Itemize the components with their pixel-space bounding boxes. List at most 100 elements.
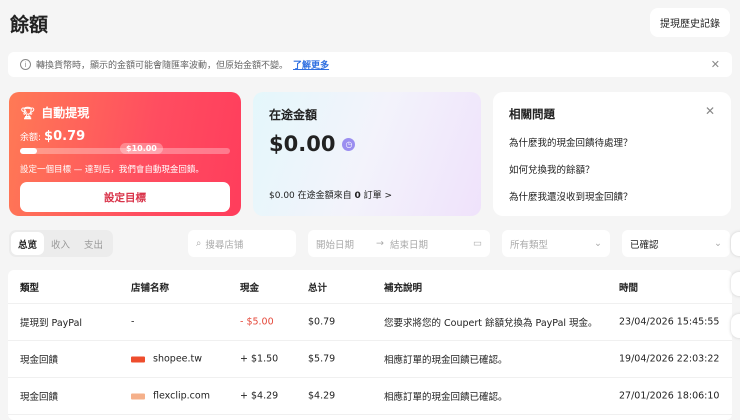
table-row: 現金回饋 flexclip.com + $4.29 $4.29 相應訂單的現金回饋已確認… <box>8 378 732 415</box>
cell-note: 您要求將您的 Coupert 餘額兌換為 PayPal 現金。 <box>384 315 598 329</box>
progress-fill <box>20 148 37 154</box>
table-header: 類型 店铺名称 現金 总计 補充說明 時間 <box>8 270 732 304</box>
support-icon[interactable] <box>731 272 740 296</box>
currency-notice: i 轉換貨幣時，顯示的金額可能會隨匯率波動，但原始金額不變。 了解更多 ✕ <box>8 52 732 77</box>
cell-store: - <box>131 317 134 328</box>
cell-total: $0.79 <box>308 317 335 328</box>
cell-text: shopee.tw <box>153 353 203 365</box>
tab-overview[interactable]: 总览 <box>11 232 45 255</box>
cell-cash: - $5.00 <box>240 317 274 328</box>
calendar-icon: ▭ <box>473 238 482 249</box>
cell-text: - <box>131 316 135 328</box>
cell-note: 相應訂單的現金回饋已確認。 <box>384 352 508 366</box>
filter-tabs: 总览 收入 支出 <box>9 230 113 257</box>
set-goal-button[interactable]: 設定目標 <box>20 182 230 212</box>
table-row: 現金回饋 shopee.tw + $1.50 $5.79 相應訂單的現金回饋已確認。 19… <box>8 341 732 378</box>
close-icon[interactable]: ✕ <box>711 58 720 71</box>
trophy-icon: 🏆︎ <box>20 105 36 120</box>
date-range-picker[interactable]: 開始日期 → 結束日期 ▭ <box>308 230 490 257</box>
column-header: 類型 <box>20 282 40 294</box>
balance-value: $0.79 <box>44 129 86 144</box>
arrow-icon: → <box>376 238 384 249</box>
search-icon: ⌕ <box>196 238 202 249</box>
cell-text: 您要求將您的 Coupert 餘額兌換為 PayPal 現金。 <box>384 318 598 329</box>
cell-total: $4.29 <box>308 391 335 402</box>
clock-icon: ◷ <box>342 137 356 151</box>
faq-question[interactable]: 為什麼我還沒收到現金回饋？ <box>509 189 715 203</box>
cell-text: flexclip.com <box>153 390 210 402</box>
cell-text: - $5.00 <box>240 316 274 328</box>
transactions-table: 類型 店铺名称 現金 总计 補充說明 時間 提現到 PayPal - - $5.00… <box>8 270 732 420</box>
cell-text: 現金回饋 <box>20 355 59 366</box>
column-header: 店铺名称 <box>131 282 170 294</box>
type-placeholder: 所有類型 <box>510 239 549 251</box>
cell-text: $4.29 <box>308 390 336 402</box>
faq-title: 相關問題 <box>509 107 555 121</box>
chevron-down-icon: ⌄ <box>594 238 602 249</box>
goal-progress-bar: $10.00 <box>20 143 230 154</box>
pending-title: 在途金額 <box>269 108 318 122</box>
status-select[interactable]: 已確認 ⌄ <box>622 230 730 257</box>
pending-footer-text: $0.00 在途金額來自 <box>269 191 352 201</box>
cell-time: 19/04/2026 22:03:22 <box>619 354 719 365</box>
cell-cash: + $1.50 <box>240 354 278 365</box>
type-select[interactable]: 所有類型 ⌄ <box>502 230 610 257</box>
pending-card: 在途金額 $0.00 ◷ $0.00 在途金額來自 0 訂單 > <box>253 92 481 216</box>
tab-expense[interactable]: 支出 <box>77 232 110 255</box>
cell-text: $5.79 <box>308 353 336 365</box>
auto-withdraw-description: 設定一個目標 — 達到后，我們會自動現金回饋。 <box>20 165 204 175</box>
page-title: 餘額 <box>10 14 49 36</box>
cell-time: 27/01/2026 18:06:10 <box>619 391 719 402</box>
cell-text: 相應訂單的現金回饋已確認。 <box>384 392 508 403</box>
cell-text: 23/04/2026 15:45:55 <box>619 316 720 328</box>
end-date[interactable]: 結束日期 <box>390 237 428 251</box>
cell-text: 現金回饋 <box>20 392 59 403</box>
search-placeholder: 搜尋店铺 <box>205 239 244 251</box>
feedback-icon[interactable] <box>731 314 740 338</box>
balance-label: 余额: <box>20 133 42 143</box>
column-header: 補充說明 <box>384 282 423 294</box>
cell-store: flexclip.com <box>131 391 210 402</box>
tab-income[interactable]: 收入 <box>44 232 77 255</box>
pending-amount: $0.00 <box>269 132 336 156</box>
store-logo <box>131 356 145 362</box>
cell-store: shopee.tw <box>131 354 202 365</box>
cell-text: 19/04/2026 22:03:22 <box>619 353 720 365</box>
cell-type: 現金回饋 <box>20 352 58 366</box>
pending-orders-link[interactable]: $0.00 在途金額來自 0 訂單 > <box>269 188 392 201</box>
notice-text: 轉換貨幣時，顯示的金額可能會隨匯率波動，但原始金額不變。 <box>36 61 289 71</box>
cell-text: 27/01/2026 18:06:10 <box>619 390 720 402</box>
info-icon: i <box>20 59 31 70</box>
cell-type: 提現到 PayPal <box>20 315 82 329</box>
close-icon[interactable]: ✕ <box>705 104 715 118</box>
chevron-down-icon: ⌄ <box>714 238 722 249</box>
cell-text: $0.79 <box>308 316 336 328</box>
store-logo <box>131 393 145 399</box>
cell-text: + $1.50 <box>240 353 279 365</box>
faq-question[interactable]: 為什麼我的現金回饋待處理？ <box>509 135 715 149</box>
status-value: 已確認 <box>630 239 659 251</box>
cell-total: $5.79 <box>308 354 335 365</box>
cell-note: 相應訂單的現金回饋已確認。 <box>384 389 508 403</box>
column-header: 总计 <box>308 282 328 294</box>
pending-order-count: 0 <box>354 191 361 201</box>
cell-time: 23/04/2026 15:45:55 <box>619 317 719 328</box>
goal-label: $10.00 <box>120 143 163 154</box>
table-row: 提現到 PayPal - - $5.00 $0.79 您要求將您的 Coupert 餘額… <box>8 304 732 341</box>
column-header: 時間 <box>619 282 639 294</box>
learn-more-link[interactable]: 了解更多 <box>293 58 329 71</box>
gift-icon[interactable] <box>731 232 740 256</box>
auto-withdraw-card: 🏆︎ 自動提現 余额: $0.79 $10.00 設定一個目標 — 達到后，我們會自… <box>9 92 241 216</box>
cell-text: + $4.29 <box>240 390 279 402</box>
cell-cash: + $4.29 <box>240 391 278 402</box>
start-date[interactable]: 開始日期 <box>316 237 354 251</box>
faq-card: 相關問題 ✕ 為什麼我的現金回饋待處理？ 如何兌換我的餘額？ 為什麼我還沒收到現… <box>493 92 731 216</box>
store-search-input[interactable]: ⌕ 搜尋店铺 <box>188 230 296 257</box>
withdrawal-history-button[interactable]: 提現歷史記錄 <box>650 8 730 37</box>
pending-footer-suffix: 訂單 > <box>363 191 393 201</box>
column-header: 現金 <box>240 282 260 294</box>
cell-type: 現金回饋 <box>20 389 58 403</box>
cell-text: 相應訂單的現金回饋已確認。 <box>384 355 508 366</box>
faq-question[interactable]: 如何兌換我的餘額？ <box>509 162 715 176</box>
auto-withdraw-title: 自動提現 <box>41 106 90 120</box>
